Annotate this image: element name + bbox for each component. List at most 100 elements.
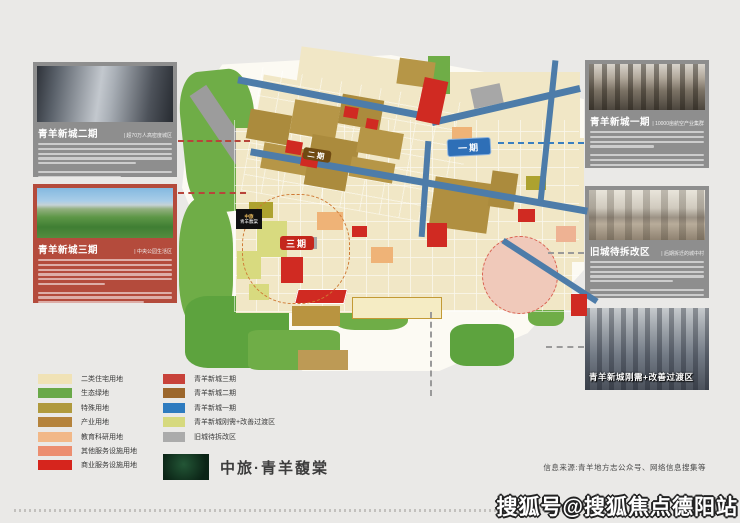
legend-item: 产业用地	[38, 417, 137, 427]
legend-label: 旧城待拆改区	[194, 432, 236, 442]
legend-item: 生态绿地	[38, 388, 137, 398]
legend-swatch	[38, 446, 72, 456]
body-text-line	[38, 273, 172, 275]
legend-item: 其他服务设施用地	[38, 446, 137, 456]
project-location-marker: 中旅 青羊馥棠	[236, 209, 262, 229]
legend-swatch	[38, 403, 72, 413]
map-label-一期: 一期	[447, 137, 492, 157]
card-phase1: 青羊新城一期 | 10000亩航空产业集群	[585, 60, 709, 168]
body-text-line	[590, 289, 704, 291]
card-oldtown-bodytext	[585, 259, 709, 298]
card-phase2-bodytext	[33, 141, 177, 177]
legend-label: 青羊新城一期	[194, 403, 236, 413]
service-salmon	[556, 226, 576, 242]
connector-phase3	[178, 192, 246, 194]
tan-info-box	[292, 306, 340, 326]
body-text-line	[38, 301, 144, 303]
commercial-red	[427, 223, 447, 247]
body-text-line	[590, 280, 673, 282]
body-text-line	[38, 157, 172, 159]
card-phase2-subtitle: | 超70万人高密度城区	[124, 132, 172, 139]
commercial-red	[518, 209, 535, 222]
body-text-line	[38, 278, 172, 280]
legend-swatch	[163, 374, 185, 384]
legend-label: 其他服务设施用地	[81, 446, 137, 456]
connector-transition-vertical	[430, 312, 432, 396]
brand-logo-row: 中旅·青羊馥棠	[163, 454, 329, 480]
legend-item: 旧城待拆改区	[163, 432, 275, 442]
body-text-line	[38, 259, 172, 261]
education-orange	[371, 247, 393, 263]
card-oldtown-subtitle: | 后期拆迁的城中村	[661, 250, 704, 257]
legend-item: 特殊用地	[38, 403, 137, 413]
yellow-outline-box	[352, 297, 442, 319]
legend-label: 二类住宅用地	[81, 374, 123, 384]
legend-label: 青羊新城二期	[194, 388, 236, 398]
legend-item: 青羊新城刚需+改善过渡区	[163, 417, 275, 427]
oldtown-photo	[589, 190, 705, 240]
card-phase3-subtitle: | 中央公园生活区	[134, 248, 172, 255]
body-text-line	[38, 162, 136, 164]
card-transition: 青羊新城刚需+改善过渡区	[585, 308, 709, 390]
card-phase1-bodytext	[585, 129, 709, 168]
eco-green	[450, 324, 514, 366]
card-phase2-title: 青羊新城二期	[38, 126, 98, 140]
body-text-line	[590, 275, 704, 277]
industry-brown	[298, 350, 348, 370]
card-phase3-title: 青羊新城三期	[38, 242, 98, 256]
body-text-line	[38, 292, 172, 294]
brand-logo-text: 中旅·青羊馥棠	[220, 457, 329, 478]
legend-item: 青羊新城三期	[163, 374, 275, 384]
legend-label: 商业服务设施用地	[81, 460, 137, 470]
legend-swatch	[38, 460, 72, 470]
body-text-line	[38, 269, 172, 271]
body-text-line	[38, 143, 172, 145]
card-transition-caption: 青羊新城刚需+改善过渡区	[589, 371, 693, 383]
card-phase1-subtitle: | 10000亩航空产业集群	[652, 120, 704, 127]
body-text-line	[590, 261, 704, 263]
body-text-line	[38, 264, 172, 266]
body-text-line	[590, 271, 704, 273]
commercial-red	[343, 106, 359, 119]
body-text-line	[38, 153, 172, 155]
legend-item: 二类住宅用地	[38, 374, 137, 384]
commercial-red	[352, 226, 367, 237]
legend-swatch	[163, 417, 185, 427]
legend-swatch	[163, 432, 185, 442]
info-source-text: 信息来源:青羊地方志公众号、网络信息搜集等	[543, 462, 706, 473]
card-phase2: 青羊新城二期 | 超70万人高密度城区	[33, 62, 177, 177]
residential-cream	[558, 138, 584, 262]
body-text-line	[590, 266, 704, 268]
connector-oldtown	[548, 252, 584, 254]
infographic-page: 中旅 青羊馥棠 一期二期三期 青羊新城二期 | 超70万人高密度城区 青羊新城三…	[0, 0, 740, 523]
sohu-watermark: 搜狐号@搜狐焦点德阳站	[497, 491, 738, 521]
body-text-line	[38, 171, 172, 173]
legend-swatch	[38, 417, 72, 427]
body-text-line	[590, 294, 704, 296]
brand-logo-image	[163, 454, 209, 480]
body-text-line	[590, 164, 704, 166]
legend-item: 教育科研用地	[38, 432, 137, 442]
body-text-line	[590, 145, 654, 147]
body-text-line	[38, 148, 172, 150]
body-text-line	[590, 141, 704, 143]
phase1-photo	[589, 64, 705, 110]
legend-swatch	[163, 403, 185, 413]
legend-label: 青羊新城刚需+改善过渡区	[194, 417, 275, 427]
legend-phases: 青羊新城三期青羊新城二期青羊新城一期青羊新城刚需+改善过渡区旧城待拆改区	[163, 374, 275, 442]
legend-swatch	[38, 388, 72, 398]
commercial-red	[365, 118, 379, 130]
body-text-line	[38, 176, 121, 177]
body-text-line	[590, 154, 704, 156]
body-text-line	[590, 159, 704, 161]
legend-item: 青羊新城一期	[163, 403, 275, 413]
body-text-line	[38, 296, 172, 298]
connector-transition	[546, 346, 584, 348]
legend-landuse: 二类住宅用地生态绿地特殊用地产业用地教育科研用地其他服务设施用地商业服务设施用地	[38, 374, 137, 470]
legend-label: 教育科研用地	[81, 432, 123, 442]
legend-item: 青羊新城二期	[163, 388, 275, 398]
legend-label: 生态绿地	[81, 388, 109, 398]
card-oldtown: 旧城待拆改区 | 后期拆迁的城中村	[585, 186, 709, 298]
body-text-line	[590, 131, 704, 133]
card-phase3: 青羊新城三期 | 中央公园生活区	[33, 184, 177, 303]
